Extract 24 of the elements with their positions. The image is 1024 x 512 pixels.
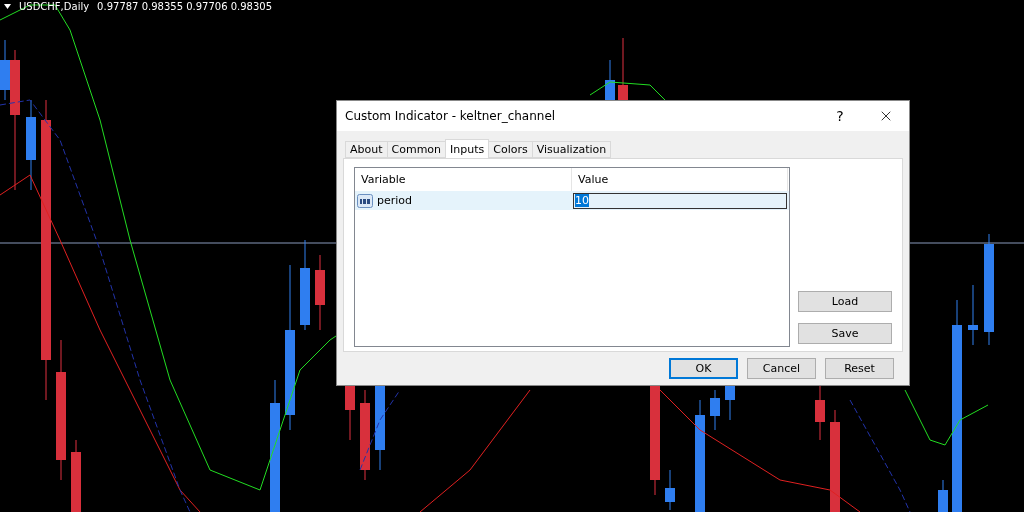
tab[interactable]: Visualization [531,141,612,158]
candle [968,284,978,346]
tab[interactable]: Inputs [445,139,490,158]
candle [815,384,825,441]
variable-name: period [377,194,413,207]
table-row[interactable]: period 10 [355,191,789,210]
chart-symbol: USDCHF,Daily [19,0,90,12]
value-field[interactable]: 10 [573,192,787,209]
price-values: 0.97787 0.98355 0.97706 0.98305 [97,0,273,12]
tab[interactable]: Common [386,141,447,158]
candle [710,389,720,431]
candle [665,469,675,511]
dialog-button[interactable]: Cancel [747,358,816,379]
dropdown-caret-icon[interactable] [4,3,11,9]
side-button[interactable]: Save [798,323,892,344]
candle [938,479,948,512]
side-button[interactable]: Load [798,291,892,312]
integer-type-icon [357,193,373,208]
dialog-button[interactable]: OK [669,358,738,379]
tab[interactable]: Colors [488,141,533,158]
tab[interactable]: About [345,141,388,158]
help-button[interactable]: ? [817,108,863,124]
dialog-title: Custom Indicator - keltner_channel [345,109,557,123]
dialog-button[interactable]: Reset [825,358,894,379]
